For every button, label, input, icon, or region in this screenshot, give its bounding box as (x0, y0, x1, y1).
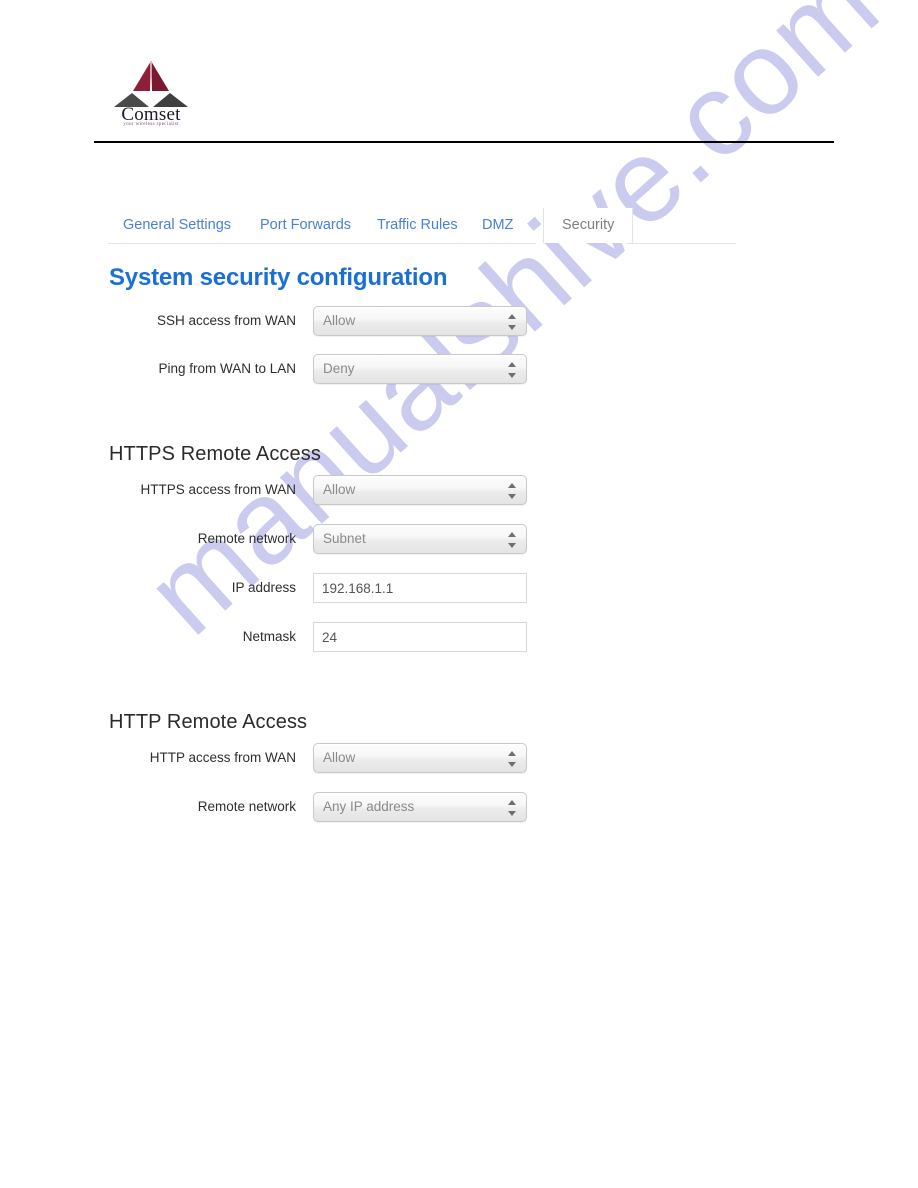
page-title: System security configuration (109, 264, 448, 291)
control-ssh-access: Allow (313, 306, 527, 336)
document-page: manualshive.com Comset your wireless spe… (0, 0, 918, 1188)
chevron-updown-icon[interactable] (508, 482, 517, 500)
tab-port-forwards[interactable]: Port Forwards (260, 208, 351, 243)
control-http-access: Allow (313, 743, 527, 773)
comset-pyramid-logo-icon (114, 61, 188, 107)
select-ssh-access-value: Allow (323, 313, 356, 328)
select-ssh-access[interactable]: Allow (313, 306, 527, 336)
section-heading-https-remote-access: HTTPS Remote Access (109, 443, 321, 465)
page-header: Comset your wireless specialist (0, 0, 918, 150)
select-http-access-value: Allow (323, 750, 356, 765)
control-https-access: Allow (313, 475, 527, 505)
control-netmask (313, 622, 527, 652)
tab-security[interactable]: Security (543, 208, 634, 243)
input-ip-address[interactable] (313, 573, 527, 603)
tab-underline-right (626, 243, 736, 244)
control-ping-wan-lan: Deny (313, 354, 527, 384)
chevron-updown-icon[interactable] (508, 313, 517, 331)
tab-general-settings[interactable]: General Settings (123, 208, 231, 243)
chevron-updown-icon[interactable] (508, 799, 517, 817)
select-https-remote-network[interactable]: Subnet (313, 524, 527, 554)
header-divider (94, 141, 834, 143)
select-https-access-value: Allow (323, 482, 356, 497)
chevron-updown-icon[interactable] (508, 750, 517, 768)
control-https-remote-network: Subnet (313, 524, 527, 554)
label-http-access: HTTP access from WAN (149, 750, 296, 765)
field-row-http-access: HTTP access from WAN Allow (0, 743, 918, 773)
field-row-http-remote-network: Remote network Any IP address (0, 792, 918, 822)
tab-dmz[interactable]: DMZ (482, 208, 513, 243)
input-netmask[interactable] (313, 622, 527, 652)
control-ip-address (313, 573, 527, 603)
label-netmask: Netmask (242, 629, 296, 644)
field-row-ip-address: IP address (0, 573, 918, 603)
select-http-remote-network-value: Any IP address (323, 799, 415, 814)
field-row-https-remote-network: Remote network Subnet (0, 524, 918, 554)
tab-underline-left (108, 243, 536, 244)
label-https-remote-network: Remote network (197, 531, 296, 546)
select-https-remote-network-value: Subnet (323, 531, 366, 546)
control-http-remote-network: Any IP address (313, 792, 527, 822)
firewall-tab-bar: General Settings Port Forwards Traffic R… (108, 208, 736, 244)
field-row-ssh-access: SSH access from WAN Allow (0, 306, 918, 336)
select-http-access[interactable]: Allow (313, 743, 527, 773)
label-http-remote-network: Remote network (197, 799, 296, 814)
brand-tagline: your wireless specialist (123, 121, 179, 127)
section-heading-http-remote-access: HTTP Remote Access (109, 711, 308, 733)
select-ping-wan-lan-value: Deny (323, 361, 355, 376)
select-ping-wan-lan[interactable]: Deny (313, 354, 527, 384)
label-https-access: HTTPS access from WAN (140, 482, 296, 497)
chevron-updown-icon[interactable] (508, 361, 517, 379)
label-ip-address: IP address (231, 580, 296, 595)
select-https-access[interactable]: Allow (313, 475, 527, 505)
field-row-ping-wan-lan: Ping from WAN to LAN Deny (0, 354, 918, 384)
tab-traffic-rules[interactable]: Traffic Rules (377, 208, 458, 243)
field-row-https-access: HTTPS access from WAN Allow (0, 475, 918, 505)
label-ssh-access: SSH access from WAN (156, 313, 296, 328)
field-row-netmask: Netmask (0, 622, 918, 652)
label-ping-wan-lan: Ping from WAN to LAN (158, 361, 296, 376)
select-http-remote-network[interactable]: Any IP address (313, 792, 527, 822)
brand-logo: Comset your wireless specialist (113, 60, 189, 132)
chevron-updown-icon[interactable] (508, 531, 517, 549)
